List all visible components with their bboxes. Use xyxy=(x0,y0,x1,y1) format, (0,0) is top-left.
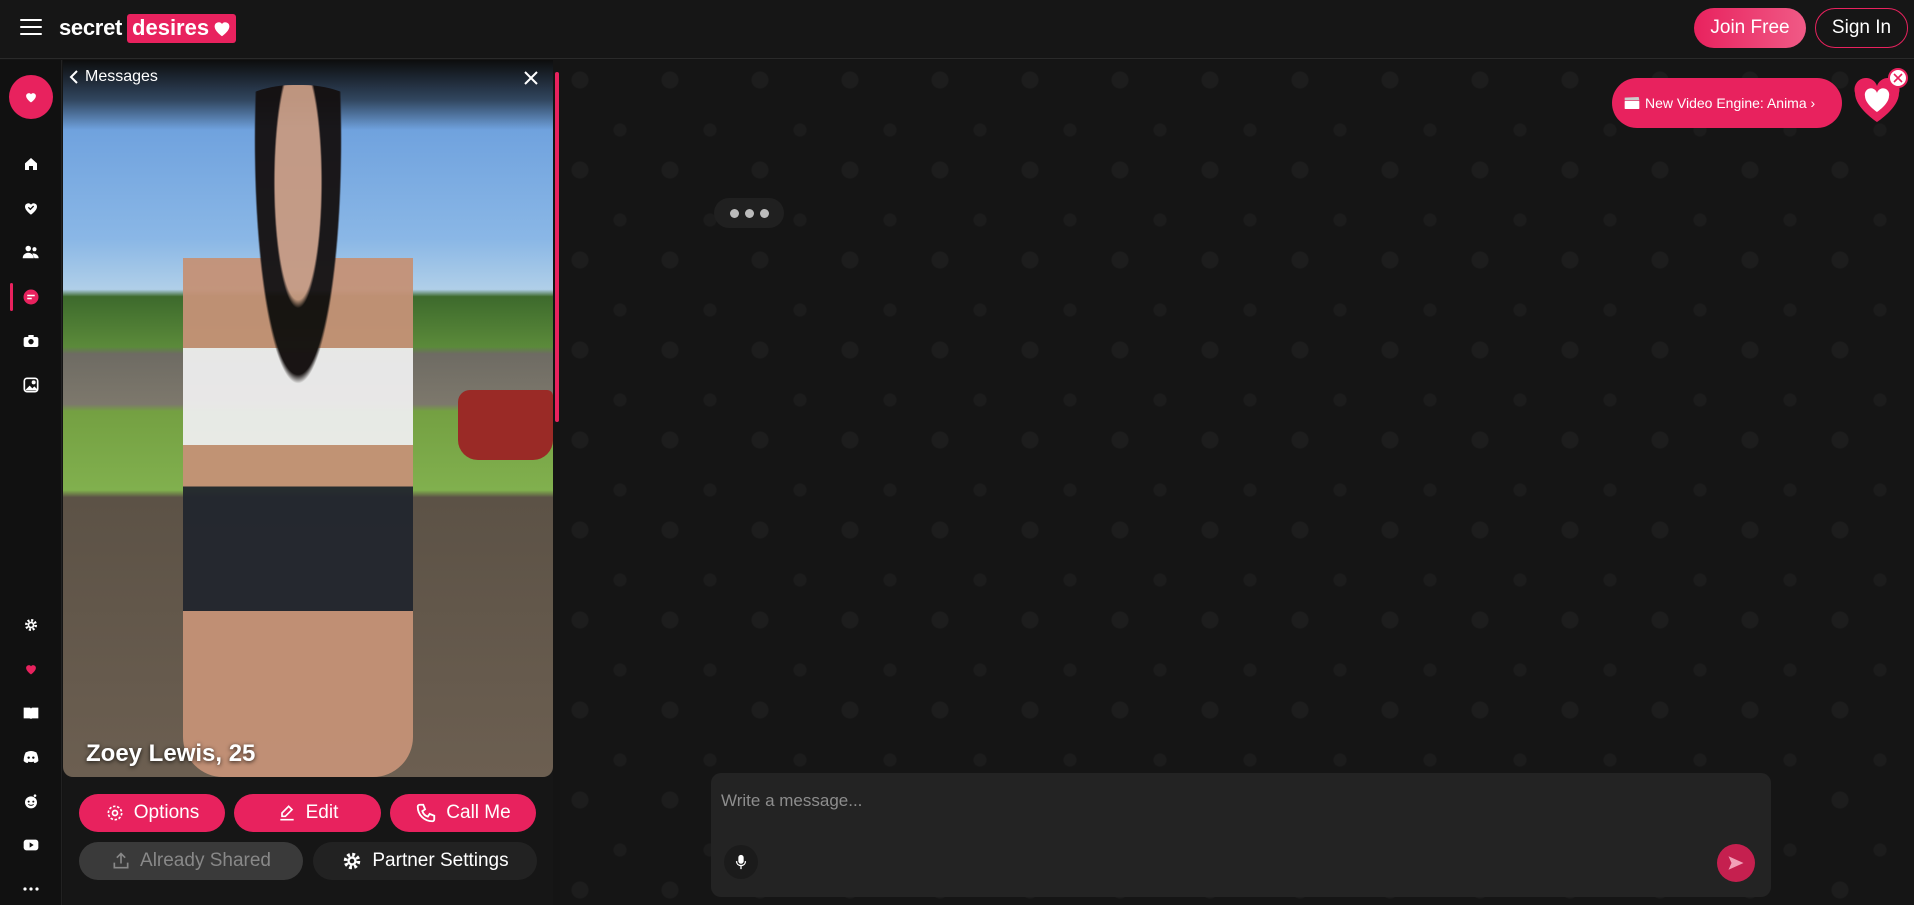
logo-word-desires-text: desires xyxy=(132,14,210,40)
book-icon[interactable] xyxy=(19,701,43,725)
gallery-icon[interactable] xyxy=(19,373,43,397)
phone-icon xyxy=(417,803,436,823)
options-label: Options xyxy=(133,802,200,823)
partner-settings-label: Partner Settings xyxy=(372,850,509,871)
gear-icon xyxy=(107,805,123,821)
logo-word-desires: desires xyxy=(127,13,237,43)
discord-icon[interactable] xyxy=(19,745,43,769)
video-icon[interactable] xyxy=(19,833,43,857)
share-icon xyxy=(113,852,129,869)
menu-icon[interactable] xyxy=(20,19,42,37)
already-shared-label: Already Shared xyxy=(140,850,271,871)
chat-icon[interactable] xyxy=(19,285,43,309)
typing-indicator xyxy=(714,198,784,228)
logo[interactable]: secret desires xyxy=(59,12,237,44)
profile-panel: Zoey Lewis, 25 Messages Options Edit Cal… xyxy=(63,60,559,905)
back-to-messages-link[interactable]: Messages xyxy=(69,68,158,86)
partner-settings-button[interactable]: Partner Settings xyxy=(313,842,537,880)
microphone-icon[interactable] xyxy=(724,845,758,879)
users-icon[interactable] xyxy=(19,240,43,264)
photo-tractor xyxy=(458,390,553,460)
settings-cog-icon xyxy=(344,852,361,870)
edit-icon xyxy=(279,805,294,821)
profile-scrollbar[interactable] xyxy=(555,72,559,422)
camera-icon[interactable] xyxy=(19,329,43,353)
left-nav xyxy=(0,60,62,905)
close-fab-icon[interactable] xyxy=(1888,68,1908,88)
options-button[interactable]: Options xyxy=(79,794,225,832)
gear-icon[interactable] xyxy=(19,613,43,637)
call-me-button[interactable]: Call Me xyxy=(390,794,536,832)
clapperboard-icon xyxy=(1624,97,1640,109)
already-shared-button[interactable]: Already Shared xyxy=(79,842,303,880)
chevron-left-icon xyxy=(69,70,78,84)
send-button[interactable] xyxy=(1717,844,1755,882)
profile-name: Zoey Lewis, 25 xyxy=(86,740,256,767)
promo-text: New Video Engine: Anima › xyxy=(1645,95,1816,111)
edit-label: Edit xyxy=(305,802,339,823)
message-composer xyxy=(711,773,1771,897)
reddit-icon[interactable] xyxy=(19,789,43,813)
back-label: Messages xyxy=(85,68,158,85)
heart-icon xyxy=(214,21,230,36)
call-me-label: Call Me xyxy=(446,802,511,823)
photo-header: Messages xyxy=(63,60,553,98)
chat-area: New Video Engine: Anima › xyxy=(560,60,1914,905)
top-bar: secret desires Join Free Sign In xyxy=(0,0,1914,59)
join-free-button[interactable]: Join Free xyxy=(1694,8,1806,48)
avatar[interactable] xyxy=(9,75,53,119)
edit-button[interactable]: Edit xyxy=(234,794,381,832)
send-icon xyxy=(1728,856,1744,870)
heart-check-icon[interactable] xyxy=(19,196,43,220)
active-indicator xyxy=(10,283,13,311)
more-icon[interactable] xyxy=(19,877,43,901)
heart-icon[interactable] xyxy=(19,657,43,681)
close-icon[interactable] xyxy=(522,69,540,87)
sign-in-button[interactable]: Sign In xyxy=(1815,8,1908,48)
message-input[interactable] xyxy=(721,787,1721,815)
home-icon[interactable] xyxy=(19,152,43,176)
profile-photo: Zoey Lewis, 25 xyxy=(63,60,553,777)
logo-word-secret: secret xyxy=(59,15,123,40)
promo-banner[interactable]: New Video Engine: Anima › xyxy=(1612,78,1842,128)
photo-subject xyxy=(183,85,413,777)
heart-icon xyxy=(26,93,36,103)
